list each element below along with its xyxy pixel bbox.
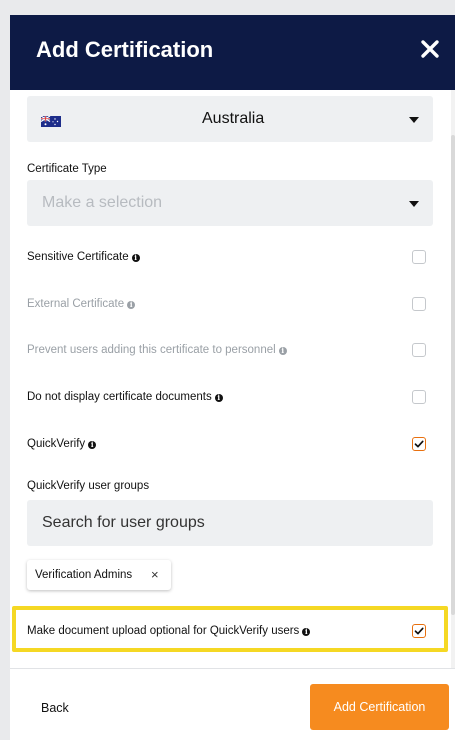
optional-upload-checkbox[interactable] [412,624,426,638]
hide-documents-text: Do not display certificate documents [27,391,212,403]
quickverify-checkbox[interactable] [412,437,426,451]
modal-title: Add Certification [36,37,214,62]
info-icon[interactable]: i [302,628,311,636]
user-group-chip-label: Verification Admins [35,569,133,581]
hide-documents-label: Do not display certificate documents i [27,391,223,403]
quickverify-text: QuickVerify [27,438,86,450]
prevent-users-text: Prevent users adding this certificate to… [27,344,276,356]
remove-chip-icon[interactable]: × [151,567,159,582]
close-icon[interactable] [418,37,442,61]
hide-documents-checkbox[interactable] [412,390,426,404]
user-groups-search-input[interactable]: Search for user groups [27,500,433,546]
info-icon[interactable]: i [127,301,136,309]
scrollbar-thumb[interactable] [451,135,455,615]
checkmark-icon [414,627,424,635]
prevent-users-label: Prevent users adding this certificate to… [27,344,287,356]
user-groups-label: QuickVerify user groups [27,480,150,492]
external-certificate-checkbox[interactable] [412,297,426,311]
chevron-down-icon [409,201,419,207]
chevron-down-icon [409,117,419,123]
sensitive-certificate-checkbox[interactable] [412,250,426,264]
australia-flag-icon [40,114,61,127]
external-certificate-text: External Certificate [27,298,125,310]
external-certificate-label: External Certificate i [27,298,136,310]
certificate-type-placeholder: Make a selection [42,194,163,211]
info-icon[interactable]: i [131,254,140,262]
info-icon[interactable]: i [88,441,97,449]
back-button[interactable]: Back [41,701,69,715]
optional-upload-label: Make document upload optional for QuickV… [27,625,311,637]
add-certification-button[interactable]: Add Certification [310,684,449,730]
certificate-type-label: Certificate Type [27,163,107,175]
user-group-chip: Verification Admins × [27,560,171,590]
country-select-value: Australia [202,110,265,127]
footer-divider [10,668,455,669]
checkmark-icon [414,440,424,448]
sensitive-certificate-label: Sensitive Certificate i [27,251,140,263]
add-certification-button-label: Add Certification [333,700,426,714]
country-select[interactable]: Australia [27,96,433,142]
user-groups-search-placeholder: Search for user groups [42,514,205,531]
modal-header: Add Certification [10,15,455,90]
sensitive-certificate-text: Sensitive Certificate [27,251,129,263]
optional-upload-text: Make document upload optional for QuickV… [27,625,300,637]
info-icon[interactable]: i [278,347,287,355]
prevent-users-checkbox[interactable] [412,343,426,357]
add-certification-modal: Add Certification Australia Certificate … [10,15,455,740]
certificate-type-select[interactable]: Make a selection [27,180,433,226]
quickverify-label: QuickVerify i [27,438,97,450]
info-icon[interactable]: i [214,394,223,402]
